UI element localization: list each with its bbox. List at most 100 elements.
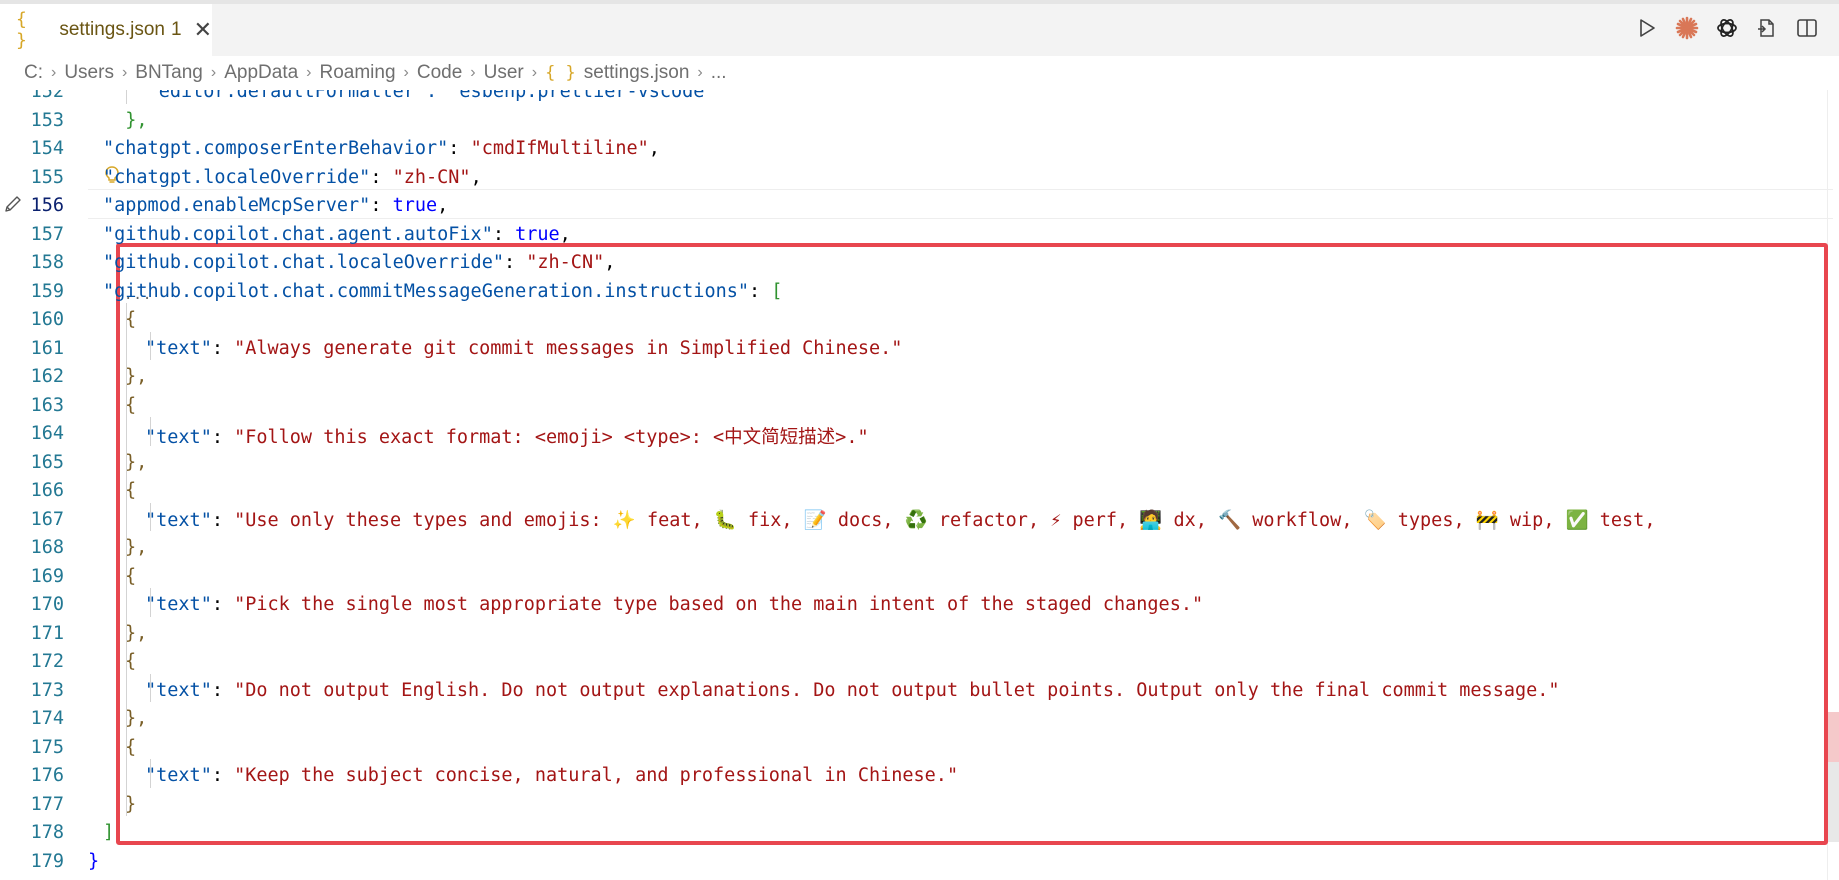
json-key: "github.copilot.chat.commitMessageGenera…	[103, 280, 750, 302]
json-value: "cmdIfMultiline"	[470, 138, 649, 159]
code-line[interactable]: 167 "text": "Use only these types and emo…	[0, 502, 1839, 531]
json-file-icon: { }	[545, 63, 576, 83]
code-text: },	[125, 623, 147, 644]
claude-icon[interactable]	[1675, 16, 1699, 40]
breadcrumb-item[interactable]: BNTang	[135, 62, 203, 84]
code-line[interactable]: 165},	[0, 445, 1839, 474]
breadcrumb-item[interactable]: AppData	[224, 62, 298, 84]
chevron-right-icon: ›	[121, 64, 128, 81]
chevron-right-icon: ›	[531, 64, 538, 81]
code-text: "github.copilot.chat.localeOverride": "z…	[103, 252, 616, 273]
line-number: 177	[30, 793, 64, 815]
code-token: ]	[103, 822, 115, 843]
code-line[interactable]: 169 {	[0, 559, 1839, 588]
code-token: },	[125, 366, 148, 387]
tab-settings-json[interactable]: { } settings.json 1 ✕	[0, 4, 212, 56]
json-value: true	[515, 223, 560, 245]
code-line[interactable]: 168},	[0, 531, 1839, 560]
tab-label: settings.json	[59, 19, 165, 40]
line-number: 159	[30, 280, 64, 302]
line-number: 154	[30, 138, 64, 159]
code-token: },	[125, 622, 148, 644]
code-line[interactable]: 173 "text": "Do not output English. Do no…	[0, 673, 1839, 702]
code-token: {	[125, 565, 137, 587]
json-key: "chatgpt.localeOverride"	[103, 166, 371, 188]
line-number: 160	[30, 309, 64, 330]
code-line[interactable]: 170 "text": "Pick the single most appropr…	[0, 588, 1839, 617]
code-line[interactable]: 152 "editor.defaultFormatter": "esbenp.p…	[0, 90, 1839, 104]
line-number: 156	[30, 195, 64, 216]
code-line[interactable]: 155 "chatgpt.localeOverride": "zh-CN",	[0, 161, 1839, 190]
code-line[interactable]: 164 "text": "Follow this exact format: <e…	[0, 417, 1839, 448]
line-number: 168	[30, 537, 64, 558]
json-value: "Keep the subject concise, natural, and …	[234, 765, 959, 786]
code-text: "text": "Use only these types and emojis…	[145, 509, 1667, 531]
code-text: "chatgpt.composerEnterBehavior": "cmdIfM…	[103, 138, 660, 159]
code-text: },	[125, 366, 147, 387]
chevron-right-icon: ›	[306, 64, 312, 81]
code-line[interactable]: 157 "github.copilot.chat.agent.autoFix": …	[0, 218, 1839, 247]
line-number: 175	[30, 736, 64, 758]
code-line[interactable]: 177}	[0, 787, 1839, 816]
line-number: 167	[30, 508, 64, 530]
code-text: },	[125, 537, 147, 558]
line-number: 178	[30, 822, 64, 843]
code-line[interactable]: 156 "appmod.enableMcpServer": true,	[0, 189, 1839, 219]
open-changes-icon[interactable]	[1755, 16, 1779, 40]
code-line[interactable]: ··· 159 "github.copilot.chat.commitMessage…	[0, 275, 1839, 307]
code-text: {	[125, 480, 136, 501]
code-line[interactable]: 166 {	[0, 474, 1839, 503]
code-line[interactable]: 172 {	[0, 645, 1839, 674]
line-number: 157	[30, 223, 64, 245]
split-editor-icon[interactable]	[1795, 16, 1819, 40]
code-text: }	[88, 851, 99, 872]
code-line[interactable]: 153 },	[0, 104, 1839, 133]
openai-icon[interactable]	[1715, 16, 1739, 40]
json-key: "text"	[145, 765, 212, 786]
code-text: "editor.defaultFormatter": "esbenp.prett…	[125, 90, 716, 102]
breadcrumb-more[interactable]: ...	[711, 62, 727, 84]
breadcrumb-item[interactable]: Code	[417, 62, 462, 84]
line-number: 163	[30, 394, 64, 416]
json-key: "text"	[145, 337, 212, 359]
code-text: {	[125, 737, 136, 758]
code-text: }	[125, 794, 136, 815]
line-number: 166	[30, 480, 64, 501]
tab-bar: { } settings.json 1 ✕	[0, 0, 1839, 56]
breadcrumb-file[interactable]: settings.json	[584, 62, 690, 84]
run-icon[interactable]	[1635, 16, 1659, 40]
editor-actions	[1635, 16, 1819, 40]
code-line[interactable]: 162},	[0, 360, 1839, 389]
code-line[interactable]: 158 "github.copilot.chat.localeOverride":…	[0, 246, 1839, 275]
code-text: "text": "Do not output English. Do not o…	[145, 679, 1560, 701]
problem-count-badge: 1	[170, 19, 182, 40]
breadcrumb-item[interactable]: C:	[24, 62, 43, 84]
close-icon[interactable]: ✕	[194, 17, 212, 43]
code-line[interactable]: 178]	[0, 816, 1839, 845]
code-line[interactable]: 171},	[0, 616, 1839, 645]
code-text: "text": "Pick the single most appropriat…	[145, 594, 1204, 615]
breadcrumb-item[interactable]: User	[484, 62, 524, 84]
line-number: 161	[30, 337, 64, 359]
code-token: "editor.defaultFormatter": "esbenp.prett…	[103, 90, 716, 102]
line-number: 155	[30, 166, 64, 188]
breadcrumb-item[interactable]: Users	[64, 62, 114, 84]
json-key: "text"	[145, 679, 212, 701]
code-line[interactable]: 180	[0, 873, 1839, 880]
breadcrumb-item[interactable]: Roaming	[320, 62, 396, 84]
code-line[interactable]: 160 {	[0, 303, 1839, 332]
code-line[interactable]: 161 "text": "Always generate git commit m…	[0, 331, 1839, 360]
code-token: {	[125, 736, 137, 758]
code-line[interactable]: 179}	[0, 845, 1839, 874]
code-line[interactable]: 175 {	[0, 730, 1839, 759]
code-editor[interactable]: 152 "editor.defaultFormatter": "esbenp.p…	[0, 90, 1839, 880]
json-key: "text"	[145, 509, 212, 531]
code-line[interactable]: 163 {	[0, 388, 1839, 417]
line-number: 165	[30, 451, 64, 473]
code-line[interactable]: 174},	[0, 702, 1839, 731]
code-text: "text": "Keep the subject concise, natur…	[145, 765, 959, 786]
code-line[interactable]: 176 "text": "Keep the subject concise, na…	[0, 759, 1839, 788]
json-key: "chatgpt.composerEnterBehavior"	[103, 138, 449, 159]
code-text: ]	[103, 822, 114, 843]
code-line[interactable]: 154 "chatgpt.composerEnterBehavior": "cmd…	[0, 132, 1839, 161]
